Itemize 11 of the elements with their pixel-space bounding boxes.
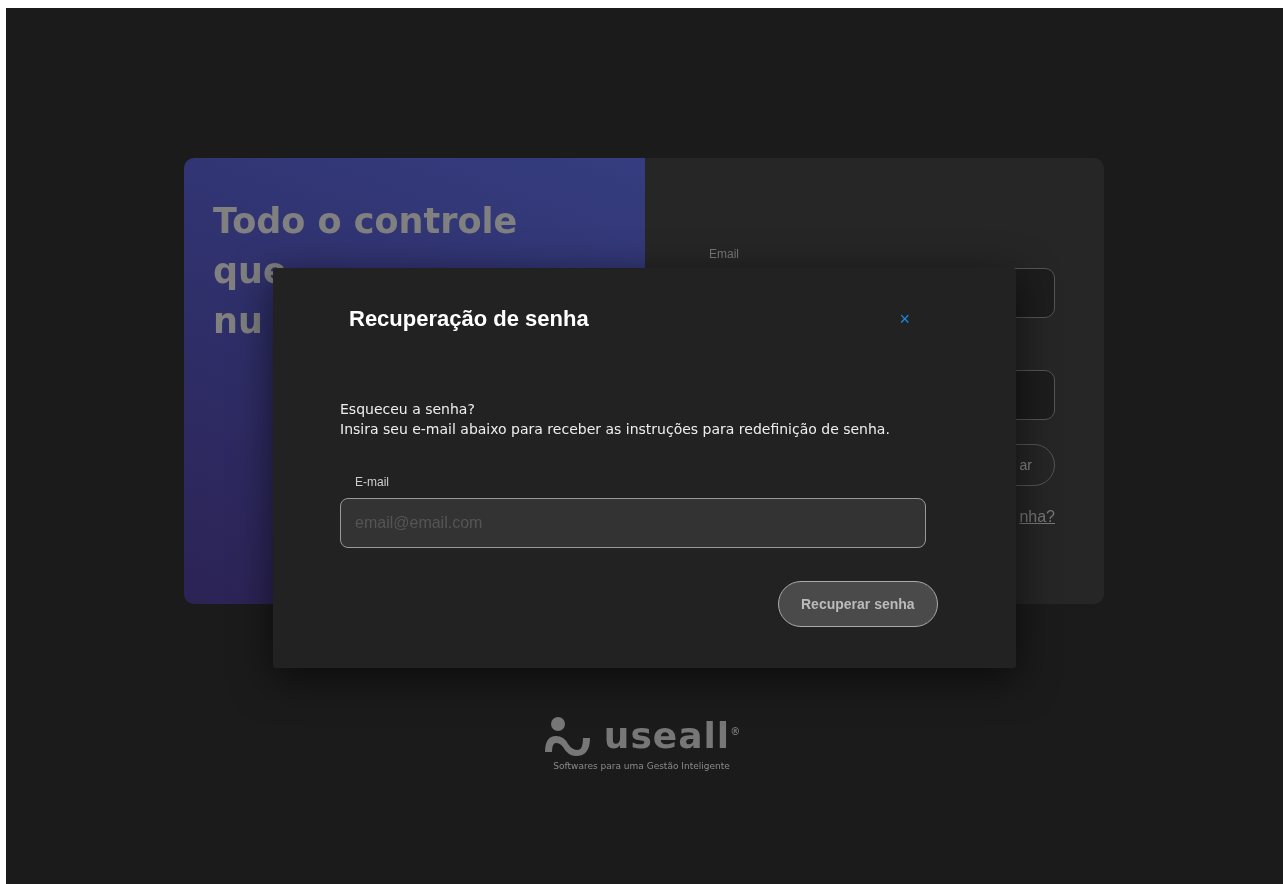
instruction-text: Esqueceu a senha? [340,400,476,419]
recover-password-button[interactable]: Recuperar senha [778,581,938,627]
forgot-password-link[interactable]: nha? [1019,508,1055,526]
brand-name: useall$^{®}$ [603,714,742,758]
email-label: E-mail [355,475,390,489]
email-label: Email [709,247,740,261]
instruction-text: Insira seu e-mail abaixo para receber as instruções para redefinição de senha. [340,420,891,439]
hero-heading-line: Todo o controle [213,200,518,243]
hero-heading-line: nu [213,300,263,343]
modal-title: Recuperação de senha [349,306,589,332]
brand-tagline: Softwares para uma Gestão Inteligente [553,761,730,772]
